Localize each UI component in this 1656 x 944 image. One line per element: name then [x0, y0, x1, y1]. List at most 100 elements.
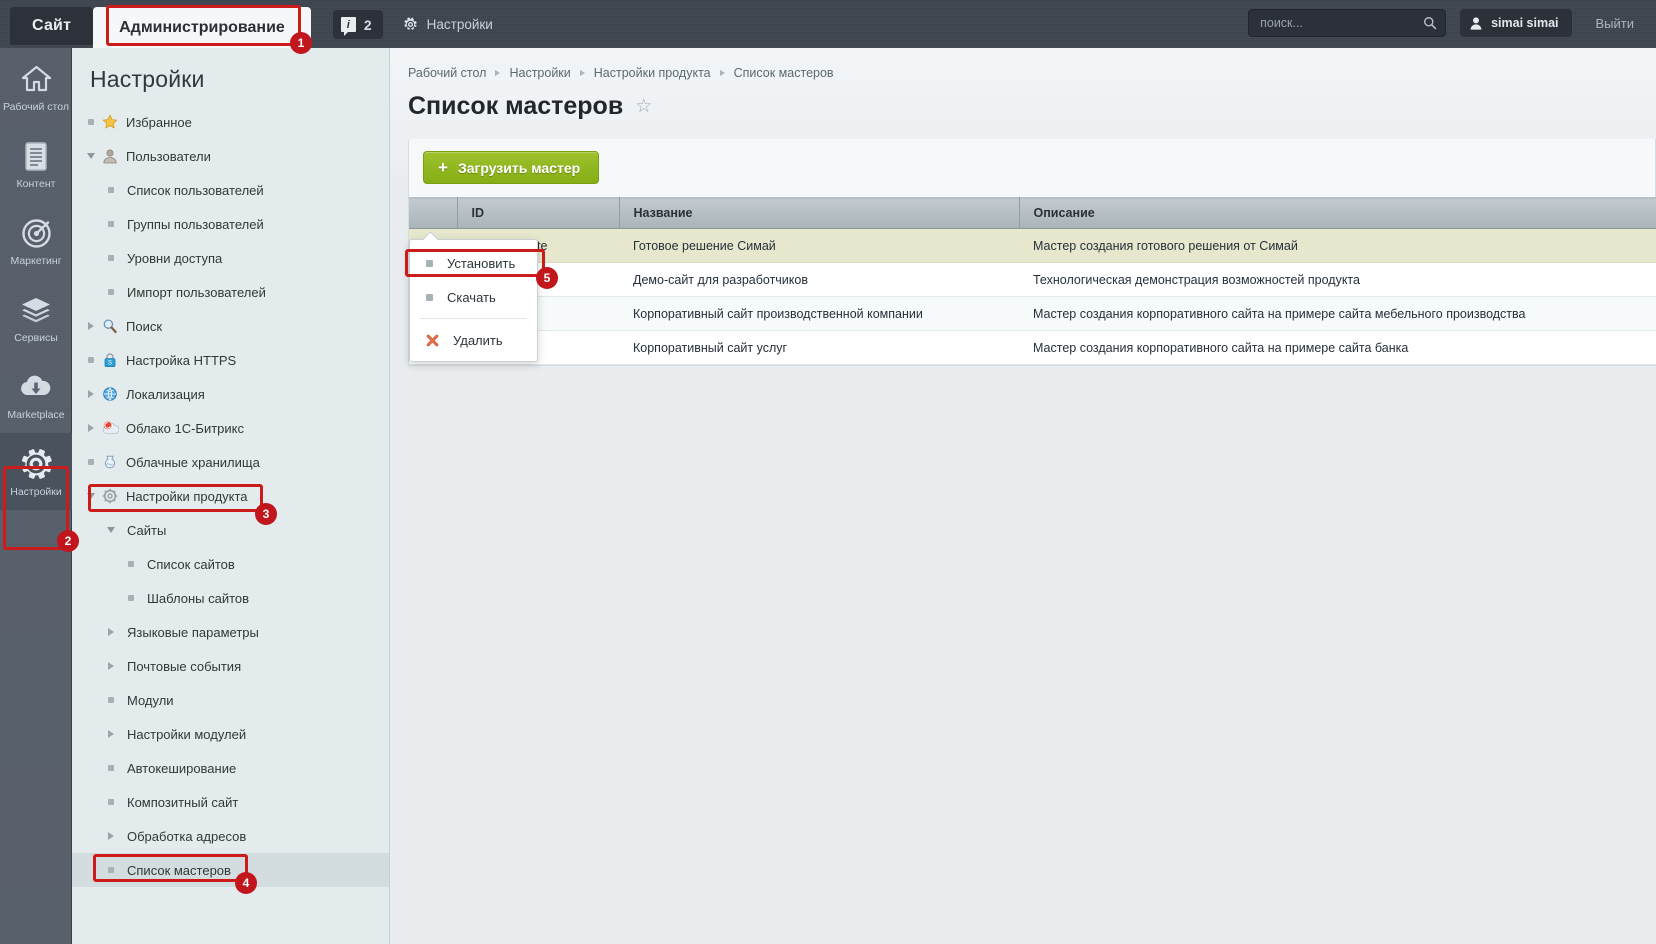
chevron-right-icon[interactable] — [104, 659, 118, 673]
chevron-right-icon[interactable] — [84, 319, 98, 333]
rail-item-services[interactable]: Сервисы — [0, 279, 72, 356]
tree-item-14[interactable]: Шаблоны сайтов — [72, 581, 389, 615]
topbar-settings-link[interactable]: Настройки — [403, 10, 493, 39]
tree-list: Избранное Пользователи Список пользователе… — [72, 105, 389, 887]
tree-item-11[interactable]: Настройки продукта — [72, 479, 389, 513]
row-name: Корпоративный сайт производственной комп… — [619, 296, 1019, 331]
tree-item-1[interactable]: Пользователи — [72, 139, 389, 173]
row-name: Демо-сайт для разработчиков — [619, 262, 1019, 297]
tree-item-0[interactable]: Избранное — [72, 105, 389, 139]
tree-item-2[interactable]: Список пользователей — [72, 173, 389, 207]
rail-item-desktop[interactable]: Рабочий стол — [0, 48, 72, 125]
document-icon — [0, 138, 72, 174]
tree-item-label: Сайты — [127, 522, 167, 538]
lock-icon: S — [101, 351, 119, 369]
row-name: Готовое решение Симай — [619, 228, 1019, 263]
tab-site[interactable]: Сайт — [10, 7, 94, 45]
row-name: Корпоративный сайт услуг — [619, 330, 1019, 365]
gear-icon — [404, 17, 417, 30]
rail-label-content: Контент — [16, 178, 56, 190]
tree-item-4[interactable]: Уровни доступа — [72, 241, 389, 275]
tree-item-10[interactable]: Облачные хранилища — [72, 445, 389, 479]
tree-item-21[interactable]: Обработка адресов — [72, 819, 389, 853]
upload-wizard-button[interactable]: + Загрузить мастер — [423, 151, 600, 184]
annotation-marker-5: 5 — [536, 267, 558, 289]
context-menu-item-download[interactable]: Скачать — [410, 280, 537, 314]
chevron-down-icon[interactable] — [104, 523, 118, 537]
search-input[interactable] — [1260, 16, 1424, 30]
breadcrumb: Рабочий стол Настройки Настройки продукта С… — [390, 48, 1656, 80]
search-box[interactable] — [1248, 9, 1447, 37]
bullet-icon — [124, 557, 138, 571]
rail-label-services: Сервисы — [14, 332, 58, 344]
tree-item-label: Список пользователей — [127, 182, 264, 198]
th-description[interactable]: Описание — [1019, 197, 1656, 229]
breadcrumb-item-0[interactable]: Рабочий стол — [408, 66, 486, 80]
chevron-down-icon[interactable] — [84, 489, 98, 503]
row-context-menu: Установить Скачать Удалить — [409, 239, 538, 362]
tab-administration[interactable]: Администрирование — [93, 7, 311, 48]
th-id[interactable]: ID — [457, 197, 620, 229]
table-row[interactable]: Демо-сайт для разработчиков Технологическ… — [409, 262, 1656, 297]
tree-item-label: Языковые параметры — [127, 624, 259, 640]
row-description: Технологическая демонстрация возможносте… — [1019, 262, 1656, 297]
tree-item-16[interactable]: Почтовые события — [72, 649, 389, 683]
context-menu-item-delete[interactable]: Удалить — [410, 323, 537, 357]
tree-item-13[interactable]: Список сайтов — [72, 547, 389, 581]
tree-item-5[interactable]: Импорт пользователей — [72, 275, 389, 309]
tree-item-22[interactable]: Список мастеров — [72, 853, 389, 887]
rail-item-marketplace[interactable]: Marketplace — [0, 356, 72, 433]
tree-item-12[interactable]: Сайты — [72, 513, 389, 547]
table-row[interactable]: nitureКорпоративный сайт производственно… — [409, 296, 1656, 331]
tree-item-17[interactable]: Модули — [72, 683, 389, 717]
chevron-right-icon[interactable] — [84, 421, 98, 435]
tree-item-19[interactable]: Автокеширование — [72, 751, 389, 785]
context-menu-separator — [420, 318, 527, 319]
chevron-right-icon[interactable] — [104, 727, 118, 741]
tree-item-label: Пользователи — [126, 148, 211, 164]
chevron-right-icon[interactable] — [84, 387, 98, 401]
tree-item-20[interactable]: Композитный сайт — [72, 785, 389, 819]
th-menu[interactable] — [409, 197, 458, 229]
user-chip[interactable]: simai simai — [1460, 9, 1572, 37]
chevron-down-icon[interactable] — [84, 149, 98, 163]
tree-item-8[interactable]: Локализация — [72, 377, 389, 411]
rail-item-marketing[interactable]: Маркетинг — [0, 202, 72, 279]
search-icon[interactable] — [1423, 16, 1437, 30]
info-badge[interactable]: i 2 — [332, 10, 383, 39]
topbar-right: simai simai Выйти — [1248, 9, 1644, 37]
table-row[interactable]: vicesКорпоративный сайт услугМастер созд… — [409, 330, 1656, 365]
left-icon-rail: Рабочий стол Контент Маркетинг Сервисы M… — [0, 48, 72, 944]
table-head: ID Название Описание — [409, 197, 1656, 229]
bullet-icon — [104, 183, 118, 197]
tree-item-label: Избранное — [126, 114, 192, 130]
tree-item-7[interactable]: S Настройка HTTPS — [72, 343, 389, 377]
page-title-row: Список мастеров ☆ — [390, 80, 1656, 121]
breadcrumb-item-2[interactable]: Настройки продукта — [594, 66, 711, 80]
context-menu-item-install[interactable]: Установить — [410, 246, 537, 280]
tab-admin-wrapper: Администрирование — [93, 7, 311, 48]
upload-wizard-label: Загрузить мастер — [457, 159, 581, 176]
breadcrumb-separator — [579, 70, 585, 76]
tree-item-18[interactable]: Настройки модулей — [72, 717, 389, 751]
topbar-settings-label: Настройки — [426, 17, 493, 32]
rail-item-settings[interactable]: Настройки — [0, 433, 72, 510]
grid-panel: + Загрузить мастер ID Название Описание … — [408, 139, 1656, 366]
rail-item-content[interactable]: Контент — [0, 125, 72, 202]
tree-item-9[interactable]: Облако 1С-Битрикс — [72, 411, 389, 445]
breadcrumb-item-3[interactable]: Список мастеров — [734, 66, 834, 80]
th-name[interactable]: Название — [619, 197, 1020, 229]
table-row[interactable]: simai:medsiteГотовое решение СимайМастер… — [409, 228, 1656, 263]
tree-item-15[interactable]: Языковые параметры — [72, 615, 389, 649]
gear-icon — [101, 487, 119, 505]
context-menu-label-delete: Удалить — [453, 332, 503, 348]
rail-label-marketing: Маркетинг — [10, 255, 62, 267]
star-outline-icon[interactable]: ☆ — [635, 97, 652, 116]
logout-button[interactable]: Выйти — [1586, 16, 1645, 31]
row-description: Мастер создания корпоративного сайта на … — [1019, 330, 1656, 365]
tree-item-3[interactable]: Группы пользователей — [72, 207, 389, 241]
chevron-right-icon[interactable] — [104, 829, 118, 843]
tree-item-6[interactable]: Поиск — [72, 309, 389, 343]
breadcrumb-item-1[interactable]: Настройки — [509, 66, 570, 80]
chevron-right-icon[interactable] — [104, 625, 118, 639]
